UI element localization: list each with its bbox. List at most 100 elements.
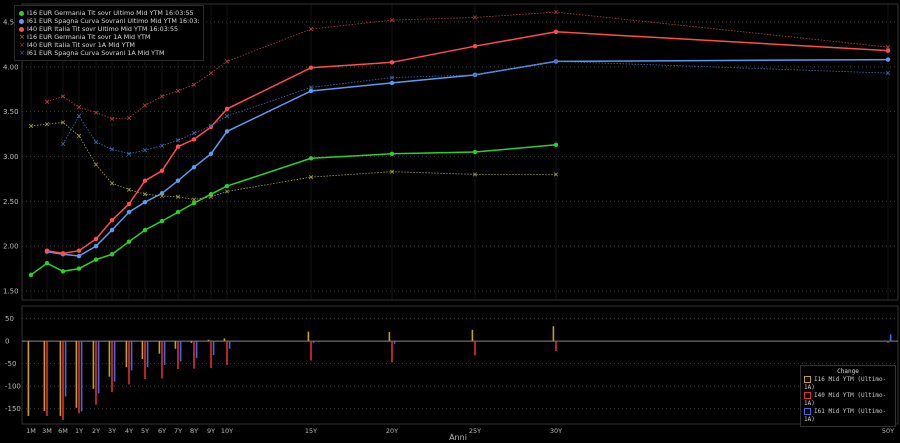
change-bar	[46, 341, 48, 416]
data-point	[44, 261, 50, 266]
y-tick-label: 1.50	[3, 288, 19, 296]
x-tick-label: 9Y	[207, 427, 215, 435]
data-point	[191, 137, 197, 142]
change-bar	[889, 334, 892, 342]
x-axis-label: Anni	[449, 433, 467, 442]
change-bar	[552, 326, 555, 342]
change-legend-item: I40 Mid YTM (Ultimo-1A)	[804, 392, 892, 408]
change-bar	[59, 341, 62, 416]
data-point	[308, 156, 314, 161]
change-bars	[27, 326, 892, 420]
legend-dot-icon	[19, 10, 24, 16]
data-point	[389, 151, 395, 156]
lower-y-tick-label: -50	[5, 360, 16, 368]
legend-label: I40 EUR Italia Tit sovr 1A Mid YTM	[27, 41, 135, 49]
change-bar	[158, 341, 161, 354]
data-point	[224, 183, 230, 189]
change-bar	[887, 341, 889, 343]
data-point	[76, 253, 82, 259]
y-tick-label: 4.00	[3, 63, 19, 71]
change-bar	[75, 341, 78, 408]
y-tick-label: 2.50	[3, 198, 19, 206]
data-point	[175, 178, 181, 183]
change-bar	[92, 341, 95, 389]
data-point	[389, 60, 395, 65]
x-tick-label: 6Y	[158, 427, 166, 435]
x-tick-label: 5Y	[141, 427, 149, 435]
data-point	[159, 218, 165, 224]
legend-item: I16 EUR Germania Tit sovr Ultimo Mid YTM…	[19, 9, 199, 17]
change-bar	[212, 341, 215, 356]
change-bar	[557, 341, 560, 342]
data-point	[208, 151, 214, 156]
legend-item: × I16 EUR Germania Tit sovr 1A Mid YTM	[19, 33, 199, 41]
data-point	[60, 251, 66, 256]
legend-x-icon: ×	[19, 33, 25, 41]
legend-swatch-icon	[804, 376, 811, 383]
data-point	[885, 57, 891, 62]
legend-label: I61 EUR Spagna Curva Sovrani Ultimo Mid …	[27, 17, 199, 25]
change-bar	[474, 341, 476, 356]
y-axis-ticks: 1.502.002.503.003.504.004.50500-50-100-1…	[3, 18, 21, 413]
change-bar	[80, 341, 83, 412]
x-tick-label: 30Y	[550, 427, 562, 435]
change-bar	[223, 338, 226, 342]
change-bar	[62, 341, 64, 420]
data-point	[109, 227, 115, 233]
change-bar	[125, 341, 128, 368]
data-point	[44, 248, 50, 253]
data-point	[109, 252, 115, 257]
change-bar	[388, 332, 391, 342]
legend-label: I16 EUR Germania Tit sovr 1A Mid YTM	[27, 33, 151, 41]
data-point	[191, 165, 197, 170]
change-bar	[64, 341, 67, 397]
x-tick-label: 4Y	[125, 427, 133, 435]
x-tick-label: 2Y	[92, 427, 100, 435]
change-bar	[177, 341, 179, 370]
x-tick-label: 50Y	[882, 427, 894, 435]
y-tick-label: 3.50	[3, 108, 19, 116]
data-point	[224, 129, 230, 134]
change-bar	[310, 341, 312, 361]
change-legend-label: I40 Mid YTM (Ultimo-1A)	[804, 392, 887, 407]
legend-label: I40 EUR Italia Tit sovr Ultimo Mid YTM 1…	[27, 25, 179, 33]
x-tick-label: 25Y	[469, 427, 481, 435]
lower-y-tick-label: -150	[5, 405, 21, 413]
lower-y-tick-label: -100	[5, 383, 21, 391]
legend-dot-icon	[19, 26, 24, 32]
x-tick-label: 1Y	[75, 427, 83, 435]
change-legend-item: I61 Mid YTM (Ultimo-1A)	[804, 408, 892, 424]
change-bar	[141, 341, 144, 360]
x-tick-label: 7Y	[174, 427, 182, 435]
change-legend-item: I16 Mid YTM (Ultimo-1A)	[804, 376, 892, 392]
data-point	[93, 243, 99, 249]
legend-item: I61 EUR Spagna Curva Sovrani Ultimo Mid …	[19, 17, 199, 25]
x-tick-label: 8Y	[190, 427, 198, 435]
data-point	[93, 236, 99, 242]
series-line	[30, 144, 557, 276]
series-line	[46, 31, 889, 255]
x-tick-label: 1M	[26, 427, 36, 435]
change-legend-title: Change	[837, 368, 859, 375]
data-point	[60, 269, 66, 274]
data-point	[308, 65, 314, 70]
change-bar	[555, 341, 557, 351]
data-point	[76, 266, 82, 271]
change-bar	[113, 341, 116, 382]
data-point	[126, 239, 132, 244]
series-legend: I16 EUR Germania Tit sovr Ultimo Mid YTM…	[14, 5, 204, 61]
data-point	[159, 168, 165, 174]
change-bar	[391, 341, 393, 363]
change-bar	[190, 341, 193, 343]
change-bar	[393, 341, 396, 344]
data-point	[142, 178, 148, 183]
change-bar	[146, 341, 149, 368]
data-point	[76, 248, 82, 253]
lower-y-tick-label: 0	[5, 338, 9, 346]
data-point	[472, 43, 478, 49]
change-bar	[195, 341, 198, 359]
change-bar	[97, 341, 100, 394]
legend-dot-icon	[19, 18, 24, 24]
y-tick-label: 2.00	[3, 243, 19, 251]
legend-item: × I61 EUR Spagna Curva Sovrani 1A Mid YTM	[19, 49, 199, 57]
